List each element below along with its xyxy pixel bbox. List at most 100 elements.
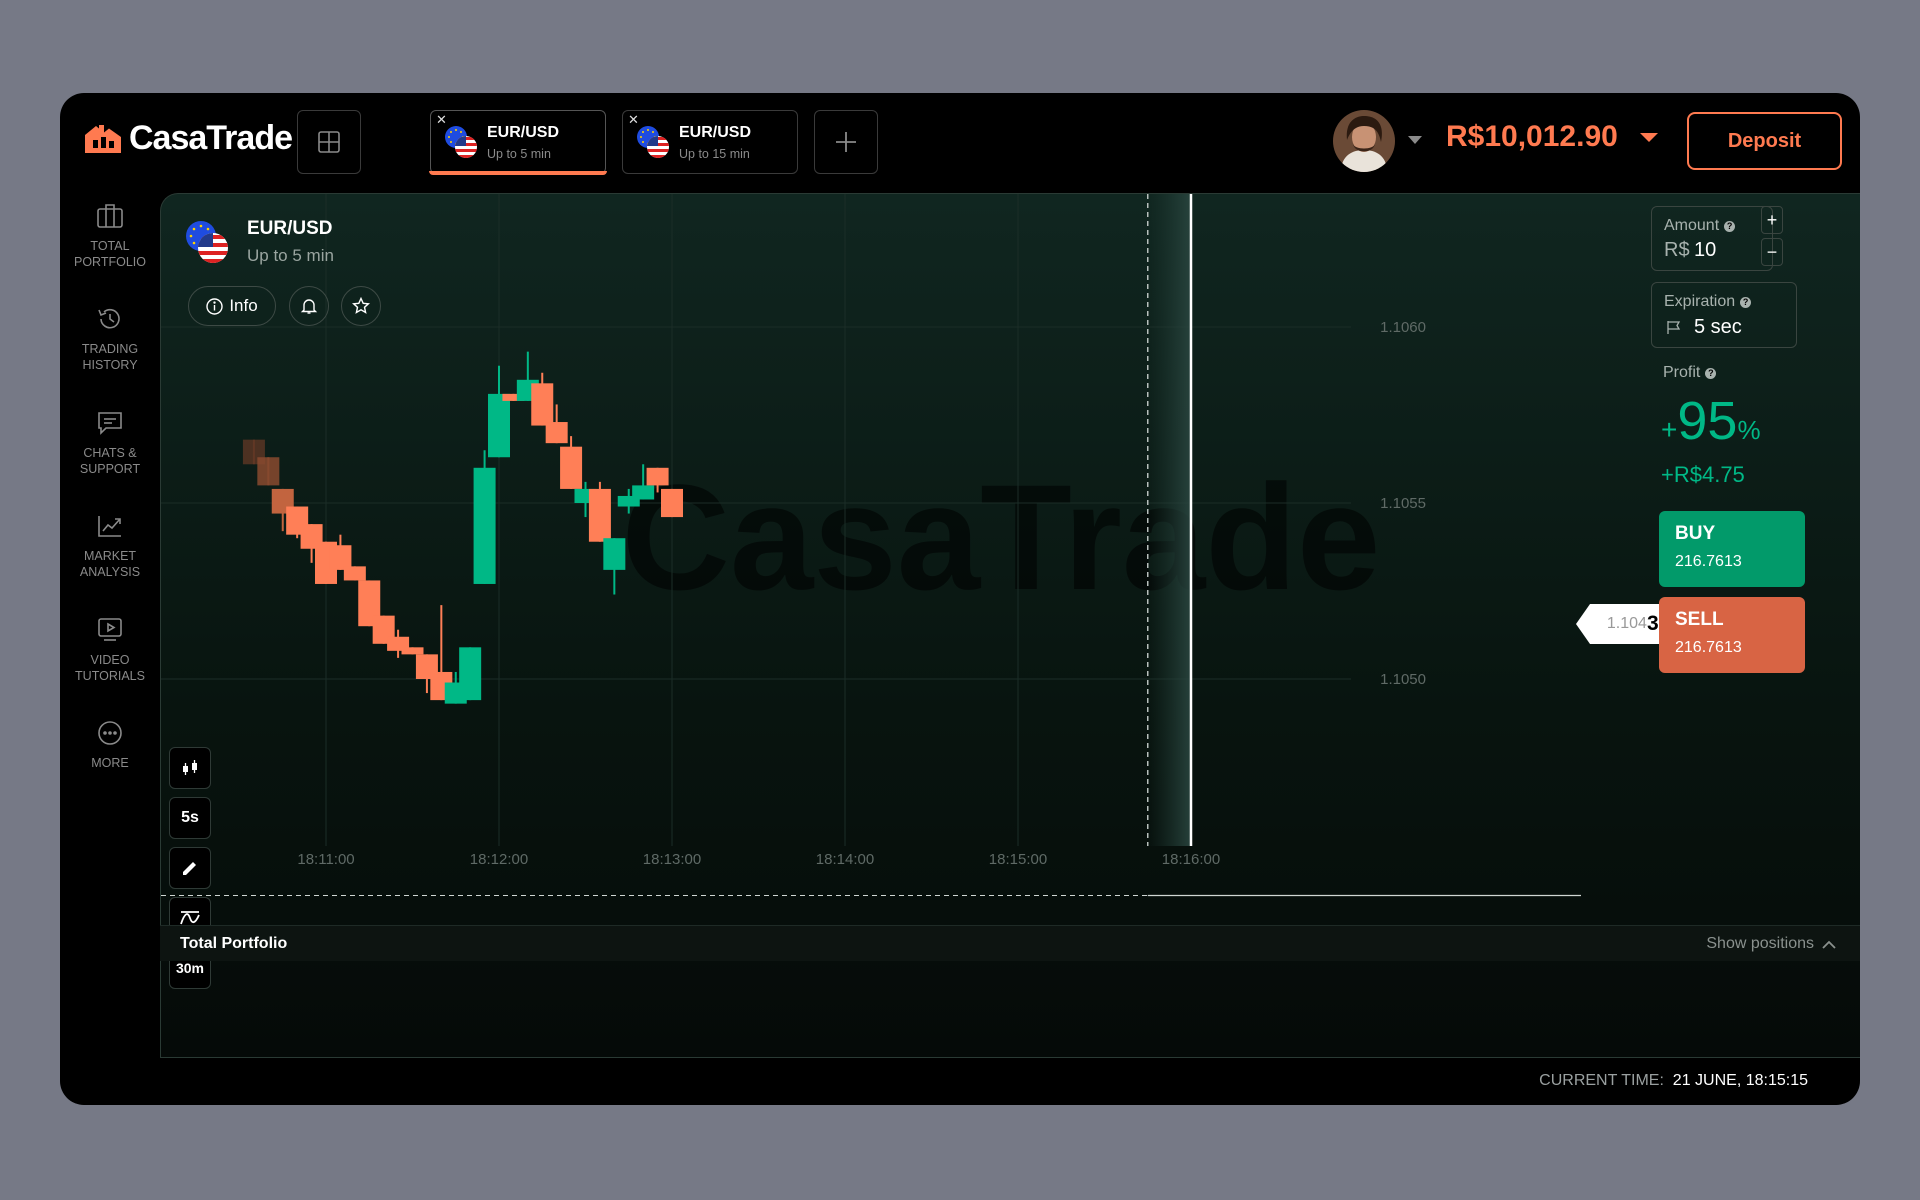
sidebar-item-chats-support[interactable]: CHATS & SUPPORT: [60, 410, 160, 477]
asset-subtitle: Up to 5 min: [247, 246, 334, 265]
house-logo-icon: [85, 125, 121, 153]
candle-down: [661, 488, 683, 518]
help-icon: ?: [1740, 296, 1752, 308]
brand-name: CasaTrade: [129, 118, 293, 157]
x-tick-label: 18:11:00: [297, 851, 354, 868]
balance-caret-icon[interactable]: [1640, 133, 1658, 143]
flag-icon: [1667, 321, 1681, 334]
profit-amount: +R$4.75: [1661, 462, 1745, 487]
candle-down: [401, 647, 424, 655]
grid-icon: [318, 131, 340, 153]
video-icon: [98, 618, 122, 641]
help-icon: ?: [1724, 220, 1736, 232]
sell-label: SELL: [1675, 609, 1724, 630]
briefcase-icon: [97, 204, 123, 228]
plus-icon: [836, 132, 856, 152]
candle-up: [603, 538, 626, 570]
candle-up: [488, 393, 510, 458]
layout-grid-button[interactable]: [297, 110, 361, 174]
x-tick-label: 18:12:00: [470, 851, 528, 868]
sidebar-item-total-portfolio[interactable]: TOTAL PORTFOLIO: [60, 203, 160, 270]
sidebar-item-trading-history[interactable]: TRADING HISTORY: [60, 306, 160, 373]
candle-down: [531, 383, 554, 426]
tab-eurusd-15min[interactable]: ✕ EUR/USD Up to 15 min: [622, 110, 798, 174]
tab-asset-sub: Up to 5 min: [487, 147, 551, 161]
candle-down: [257, 457, 280, 486]
expiration-label: Expiration?: [1664, 293, 1752, 311]
sidebar-label: MARKET ANALYSIS: [79, 549, 141, 579]
profit-percent: +95%: [1661, 391, 1761, 451]
chart-type-button[interactable]: [169, 747, 211, 789]
amount-currency: R$: [1664, 239, 1690, 261]
tab-asset-name: EUR/USD: [679, 124, 752, 141]
app-window: CasaTrade ✕ EUR/USD Up to 5 min ✕ EUR/US…: [60, 93, 1860, 1105]
current-time-label: CURRENT TIME:: [1539, 1072, 1664, 1089]
sidebar-item-market-analysis[interactable]: MARKET ANALYSIS: [60, 513, 160, 580]
favorite-button[interactable]: [341, 286, 381, 326]
amount-decrease-button[interactable]: −: [1761, 238, 1783, 266]
user-avatar[interactable]: [1333, 110, 1395, 172]
sidebar-item-more[interactable]: MORE: [60, 720, 160, 771]
y-tick-label: 1.1055: [1380, 495, 1426, 512]
chevron-up-icon: [1822, 940, 1836, 949]
expiration-field[interactable]: Expiration? 5 sec: [1651, 282, 1797, 348]
candles-icon: [183, 760, 197, 775]
buy-button[interactable]: BUY 216.7613: [1659, 511, 1805, 587]
candle-down: [343, 566, 366, 581]
asset-title: EUR/USD: [247, 218, 333, 239]
account-balance[interactable]: R$10,012.90: [1446, 120, 1618, 154]
chart-watermark: CasaTrade: [622, 453, 1381, 621]
current-time: CURRENT TIME: 21 JUNE, 18:15:15: [1539, 1072, 1808, 1090]
y-tick-label: 1.1060: [1380, 319, 1426, 336]
sidebar-item-video-tutorials[interactable]: VIDEO TUTORIALS: [60, 617, 160, 684]
bell-icon: [300, 299, 318, 314]
candle-down: [329, 545, 352, 570]
x-tick-label: 18:15:00: [989, 851, 1047, 868]
user-avatar-icon: [1333, 110, 1395, 172]
candle-down: [545, 422, 568, 444]
show-positions-button[interactable]: Show positions: [1706, 935, 1836, 953]
timeframe-button[interactable]: 5s: [169, 797, 211, 839]
deposit-button[interactable]: Deposit: [1687, 112, 1842, 170]
tab-eurusd-5min[interactable]: ✕ EUR/USD Up to 5 min: [429, 110, 607, 175]
chart-line-icon: [98, 516, 121, 537]
brand-logo[interactable]: CasaTrade: [85, 118, 293, 158]
amount-increase-button[interactable]: +: [1761, 206, 1783, 234]
expiration-value: 5 sec: [1694, 316, 1742, 338]
tab-asset-sub: Up to 15 min: [679, 147, 750, 161]
x-tick-label: 18:16:00: [1162, 851, 1220, 868]
star-icon: [352, 297, 370, 314]
add-tab-button[interactable]: [814, 110, 878, 174]
sidebar-label: CHATS & SUPPORT: [79, 446, 141, 476]
future-zone: [1147, 194, 1191, 846]
sell-value: 216.7613: [1675, 639, 1742, 656]
buy-label: BUY: [1675, 523, 1716, 544]
y-tick-label: 1.1050: [1380, 671, 1426, 688]
candle-down: [646, 467, 669, 486]
eur-usd-flags-icon: [445, 126, 477, 158]
sidebar-label: TRADING HISTORY: [81, 342, 139, 372]
sidebar-label: TOTAL PORTFOLIO: [73, 239, 146, 269]
candle-up: [459, 647, 482, 701]
info-label: Info: [229, 296, 258, 315]
avatar-caret-icon[interactable]: [1408, 136, 1422, 145]
total-portfolio-label: Total Portfolio: [180, 935, 288, 952]
candle-down: [588, 488, 611, 542]
info-icon: [206, 297, 224, 315]
x-tick-label: 18:13:00: [643, 851, 701, 868]
info-button[interactable]: Info: [188, 286, 276, 326]
pencil-icon: [183, 862, 196, 875]
amount-value[interactable]: 10: [1694, 239, 1716, 262]
alert-button[interactable]: [289, 286, 329, 326]
chat-icon: [98, 412, 122, 435]
amount-field[interactable]: Amount? R$ 10: [1651, 206, 1773, 271]
draw-button[interactable]: [169, 847, 211, 889]
eur-usd-flags-icon: [186, 221, 228, 263]
tab-asset-name: EUR/USD: [487, 124, 560, 141]
sell-button[interactable]: SELL 216.7613: [1659, 597, 1805, 673]
candle-down: [560, 446, 583, 489]
profit-label: Profit?: [1663, 364, 1717, 382]
x-tick-label: 18:14:00: [816, 851, 874, 868]
eur-usd-flags-icon: [637, 126, 669, 158]
sidebar-label: VIDEO TUTORIALS: [75, 653, 145, 683]
